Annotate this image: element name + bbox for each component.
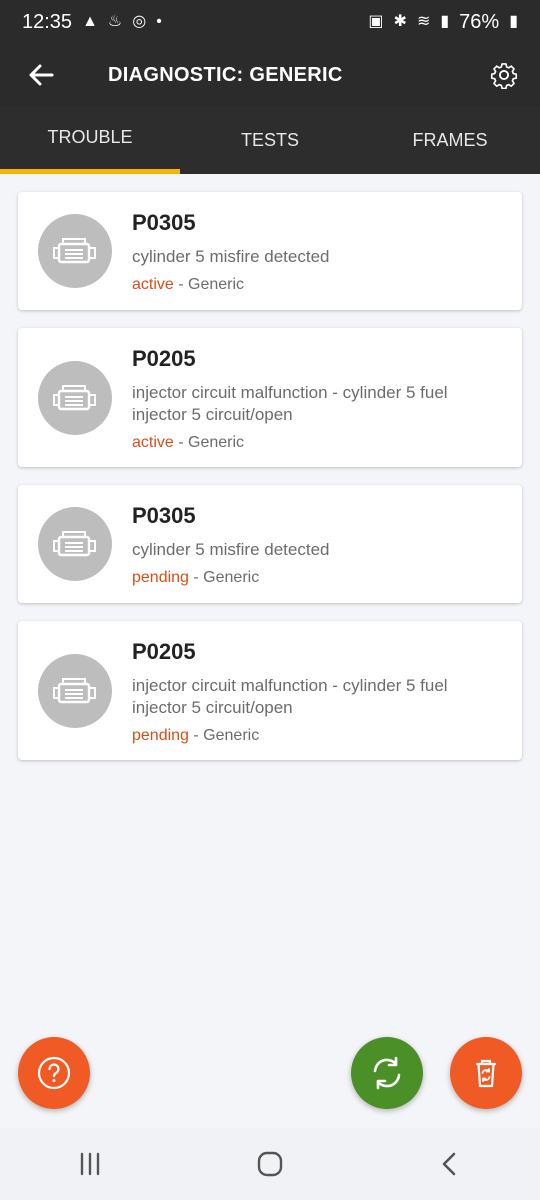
battery-icon: ▮ (509, 13, 518, 30)
trouble-status: pending - Generic (132, 727, 492, 745)
trouble-code: P0205 (132, 639, 196, 664)
tab-frames-label: FRAMES (412, 129, 488, 150)
engine-icon (38, 360, 112, 435)
trouble-source: - Generic (188, 727, 260, 744)
system-back-button[interactable] (430, 1144, 470, 1184)
chevron-left-icon (442, 1152, 456, 1176)
tab-tests-label: TESTS (240, 129, 299, 150)
trouble-source: - Generic (173, 434, 245, 451)
navigation-icon: ▲ (82, 13, 98, 30)
list-item[interactable]: P0305 cylinder 5 misfire detected pendin… (18, 485, 522, 603)
engine-icon (38, 214, 112, 288)
back-button[interactable] (26, 60, 56, 90)
refresh-button[interactable] (351, 1037, 423, 1109)
help-button[interactable] (18, 1037, 90, 1109)
bluetooth-icon: ✱ (393, 13, 407, 30)
tab-tests[interactable]: TESTS (180, 106, 360, 174)
trouble-state: active (132, 434, 174, 451)
page-title: DIAGNOSTIC: GENERIC (108, 64, 343, 86)
trouble-description: cylinder 5 misfire detected (132, 540, 330, 559)
trouble-description: injector circuit malfunction - cylinder … (132, 383, 448, 424)
signal-icon: ▮ (440, 13, 450, 30)
question-icon (37, 1056, 71, 1090)
trouble-code: P0305 (132, 503, 196, 528)
trouble-source: - Generic (173, 276, 245, 293)
list-item[interactable]: P0205 injector circuit malfunction - cyl… (18, 621, 522, 760)
settings-button[interactable] (490, 61, 518, 90)
system-nav-bar (0, 1128, 540, 1200)
tab-frames[interactable]: FRAMES (360, 106, 540, 174)
engine-icon (38, 507, 112, 581)
trouble-status: pending - Generic (132, 569, 492, 587)
trouble-code: P0205 (132, 346, 196, 371)
gear-icon (490, 63, 518, 90)
tab-trouble[interactable]: TROUBLE (0, 106, 180, 174)
arrow-left-icon (29, 64, 54, 86)
trouble-status: active - Generic (132, 434, 492, 452)
home-button[interactable] (250, 1144, 290, 1184)
trouble-status: active - Generic (132, 276, 492, 294)
tab-bar: TROUBLE TESTS FRAMES (0, 106, 540, 174)
trouble-state: pending (132, 727, 189, 744)
tab-trouble-label: TROUBLE (47, 126, 133, 147)
status-time: 12:35 (22, 10, 73, 33)
battery-percent: 76% (459, 10, 500, 33)
trouble-state: pending (132, 569, 189, 586)
status-bar: 12:35 ▲ ♨ ◎ • ▣ ✱ ≋ ▮ 76% ▮ (0, 0, 540, 44)
wifi-icon: ≋ (416, 13, 431, 30)
trouble-state: active (132, 276, 174, 293)
list-item[interactable]: P0205 injector circuit malfunction - cyl… (18, 328, 522, 467)
home-icon (257, 1151, 283, 1177)
trouble-code-list: P0305 cylinder 5 misfire detected active… (18, 192, 522, 778)
app-bar: DIAGNOSTIC: GENERIC (0, 44, 540, 106)
trouble-description: cylinder 5 misfire detected (132, 247, 330, 266)
recents-icon (80, 1152, 100, 1176)
battery-saver-icon: ▣ (368, 13, 384, 30)
trouble-code: P0305 (132, 210, 196, 235)
engine-icon (38, 653, 112, 728)
trouble-description: injector circuit malfunction - cylinder … (132, 676, 448, 717)
trash-refresh-icon (475, 1059, 497, 1088)
recents-button[interactable] (70, 1144, 110, 1184)
refresh-icon (373, 1056, 401, 1090)
delete-button[interactable] (450, 1037, 522, 1109)
instagram-icon: ◎ (132, 13, 147, 30)
notification-icon: ♨ (107, 13, 123, 30)
dot-icon: • (156, 13, 162, 30)
trouble-source: - Generic (188, 569, 260, 586)
list-item[interactable]: P0305 cylinder 5 misfire detected active… (18, 192, 522, 310)
